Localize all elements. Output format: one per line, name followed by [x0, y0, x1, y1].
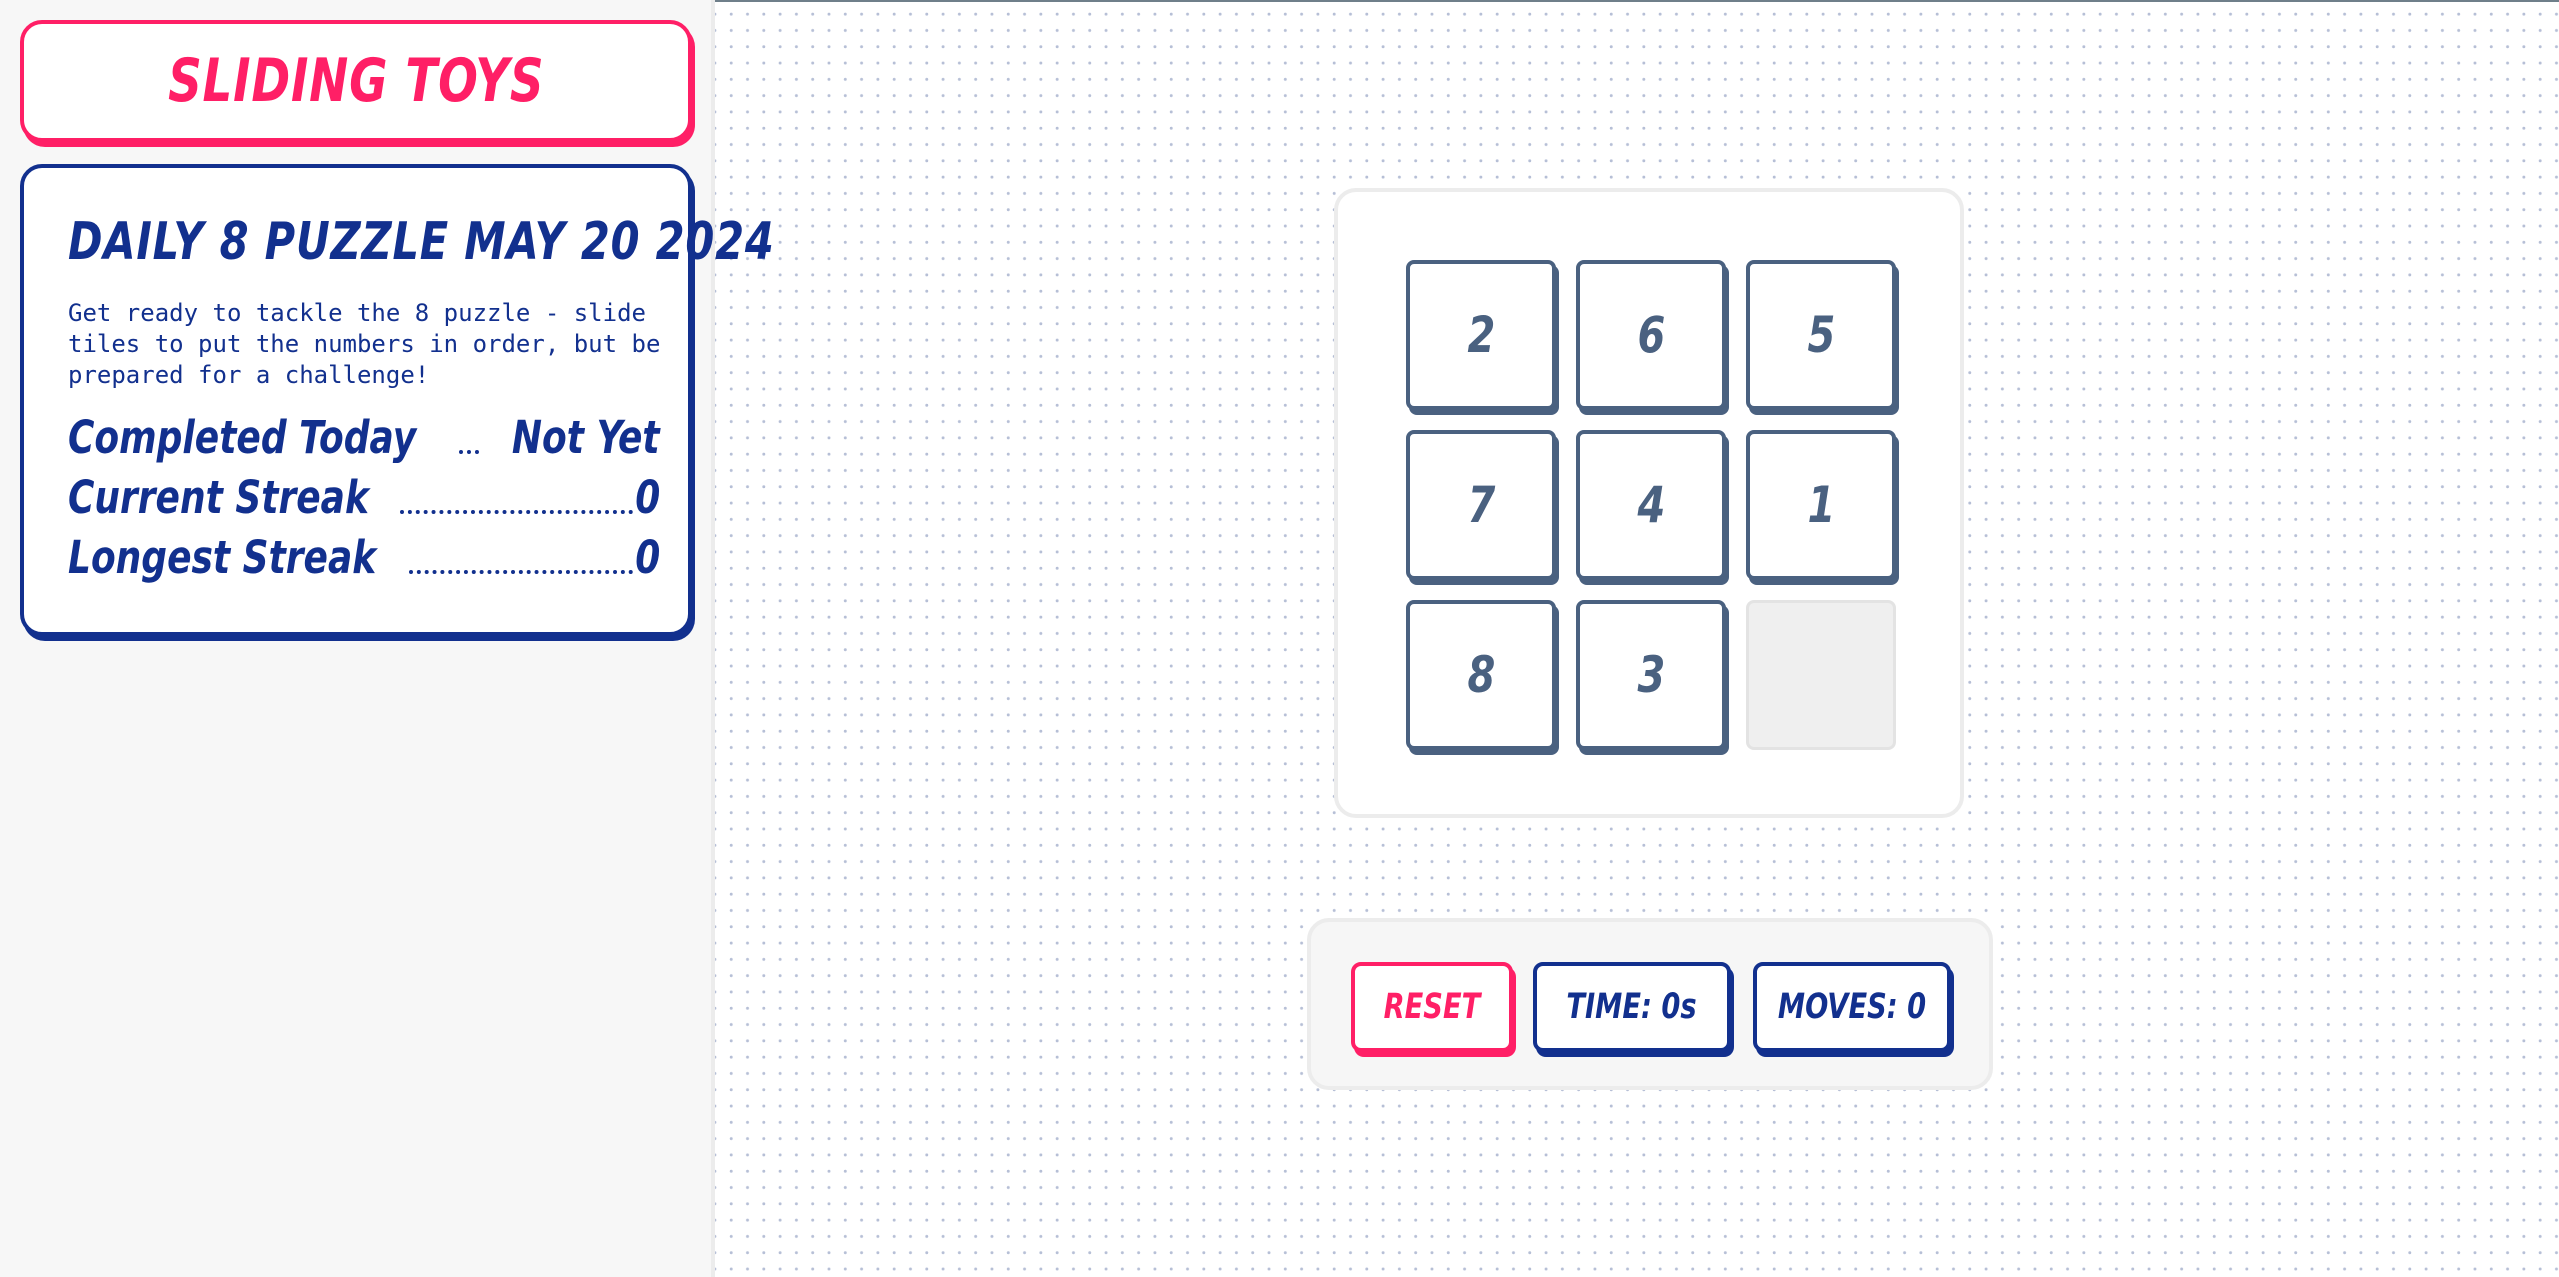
puzzle-info-card: DAILY 8 PUZZLE MAY 20 2024 Get ready to …: [20, 164, 774, 636]
puzzle-tile[interactable]: 3: [1576, 600, 1726, 750]
stat-current-streak: Current Streak 0: [68, 468, 660, 524]
puzzle-title: DAILY 8 PUZZLE MAY 20 2024: [68, 212, 775, 272]
reset-button[interactable]: RESET: [1351, 962, 1513, 1052]
puzzle-tile[interactable]: 4: [1576, 430, 1726, 580]
tile-number: 3: [1637, 646, 1665, 704]
stat-leader-dots: [459, 450, 480, 454]
stat-leader-dots: [400, 510, 633, 514]
stat-label: Longest Streak: [68, 531, 377, 584]
stat-value: 0: [634, 531, 660, 584]
time-display: TIME: 0s: [1533, 962, 1731, 1052]
puzzle-tile[interactable]: 7: [1406, 430, 1556, 580]
tile-number: 2: [1467, 306, 1495, 364]
puzzle-board: 2 6 5 7 4 1 8 3: [1334, 188, 1964, 818]
game-controls: RESET TIME: 0s MOVES: 0: [1307, 918, 1993, 1090]
time-label: TIME: 0s: [1566, 987, 1698, 1027]
moves-label: MOVES: 0: [1777, 987, 1927, 1027]
stat-leader-dots: [409, 570, 633, 574]
puzzle-tile[interactable]: 8: [1406, 600, 1556, 750]
puzzle-description: Get ready to tackle the 8 puzzle - slide…: [68, 299, 661, 389]
tile-number: 4: [1637, 476, 1665, 534]
tile-number: 1: [1807, 476, 1835, 534]
tile-number: 6: [1637, 306, 1665, 364]
tile-number: 8: [1467, 646, 1495, 704]
tile-number: 5: [1807, 306, 1835, 364]
app-logo[interactable]: SLIDING TOYS: [20, 20, 692, 142]
puzzle-tile[interactable]: 2: [1406, 260, 1556, 410]
stat-value: Not Yet: [512, 411, 660, 464]
stat-label: Completed Today: [68, 411, 417, 464]
reset-label: RESET: [1383, 987, 1481, 1027]
sidebar: SLIDING TOYS DAILY 8 PUZZLE MAY 20 2024 …: [0, 0, 774, 1277]
stat-value: 0: [634, 471, 660, 524]
app-title: SLIDING TOYS: [167, 46, 545, 116]
stat-longest-streak: Longest Streak 0: [68, 528, 660, 584]
stat-completed-today: Completed Today Not Yet: [68, 408, 660, 464]
tile-number: 7: [1467, 476, 1495, 534]
puzzle-tile[interactable]: 5: [1746, 260, 1896, 410]
puzzle-tile[interactable]: 6: [1576, 260, 1726, 410]
moves-display: MOVES: 0: [1753, 962, 1951, 1052]
stat-label: Current Streak: [68, 471, 369, 524]
puzzle-tile[interactable]: 1: [1746, 430, 1896, 580]
empty-slot: [1746, 600, 1896, 750]
